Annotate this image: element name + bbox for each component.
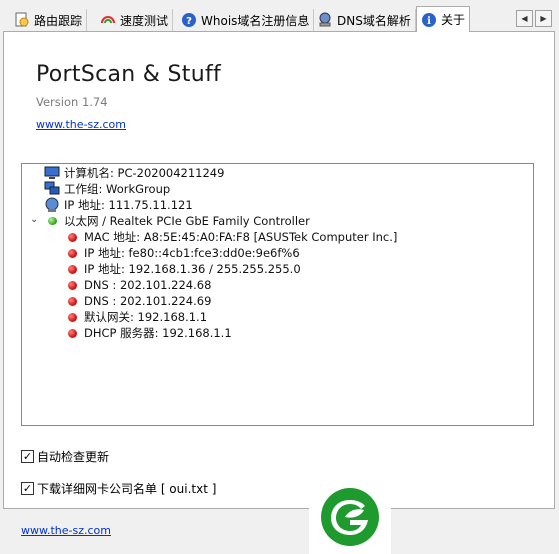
- svg-text:?: ?: [186, 16, 192, 27]
- green-leaf-logo-icon: [321, 488, 379, 546]
- auto-update-label: 自动检查更新: [37, 450, 110, 464]
- tree-node-ipv6[interactable]: IP 地址: fe80::4cb1:fce3:dd0e:9e6f%6: [68, 245, 300, 261]
- status-green-icon: [48, 217, 57, 225]
- tree-node-ip-address[interactable]: IP 地址: 111.75.11.121: [44, 197, 193, 213]
- network-globe-icon: [45, 197, 59, 212]
- tree-node-computer-name[interactable]: 计算机名: PC-202004211249: [44, 165, 224, 181]
- check-icon: ✓: [22, 450, 33, 463]
- tree-node-gateway[interactable]: 默认网关: 192.168.1.1: [68, 309, 207, 325]
- dns-server-icon: [319, 12, 331, 27]
- tab-dns[interactable]: DNS域名解析: [313, 9, 416, 31]
- tab-about[interactable]: i 关于: [416, 6, 471, 32]
- tree-node-dns-1[interactable]: DNS : 202.101.224.68: [68, 277, 211, 293]
- status-red-icon: [68, 232, 77, 242]
- info-icon: i: [422, 12, 436, 27]
- tab-label: 速度测试: [120, 13, 169, 28]
- chevron-right-icon: ▶: [540, 14, 547, 23]
- tree-node-mac[interactable]: MAC 地址: A8:5E:45:A0:FA:F8 [ASUSTek Compu…: [68, 229, 397, 245]
- watermark-logo: [309, 480, 391, 554]
- tab-label: DNS域名解析: [337, 13, 411, 28]
- app-title: PortScan & Stuff: [36, 62, 222, 87]
- tree-node-dns-2[interactable]: DNS : 202.101.224.69: [68, 293, 211, 309]
- chevron-left-icon: ◀: [521, 14, 528, 23]
- checkbox-box[interactable]: ✓: [21, 482, 34, 495]
- speed-gauge-icon: [101, 16, 115, 24]
- tree-node-workgroup[interactable]: 工作组: WorkGroup: [44, 181, 170, 197]
- computer-icon: [44, 166, 60, 179]
- download-oui-checkbox[interactable]: ✓ 下载详细网卡公司名单 [ oui.txt ]: [21, 480, 216, 497]
- status-red-icon: [68, 328, 77, 338]
- tree-node-dhcp[interactable]: DHCP 服务器: 192.168.1.1: [68, 325, 232, 341]
- tab-label: Whois域名注册信息: [201, 13, 310, 28]
- tab-label: 关于: [441, 13, 466, 27]
- tab-strip: 路由跟踪 速度测试 ? Whois域名注册信息 DNS域名解析 i 关于 ◀ ▶: [0, 0, 559, 32]
- svg-text:i: i: [427, 16, 431, 27]
- network-info-tree[interactable]: 计算机名: PC-202004211249 工作组: WorkGroup IP …: [21, 163, 534, 426]
- tab-whois[interactable]: ? Whois域名注册信息: [177, 9, 315, 31]
- about-panel: PortScan & Stuff Version 1.74 www.the-sz…: [3, 31, 555, 509]
- version-label: Version 1.74: [36, 95, 108, 109]
- tab-scroll-right-button[interactable]: ▶: [535, 10, 552, 27]
- website-link[interactable]: www.the-sz.com: [36, 118, 126, 131]
- footer-website-link[interactable]: www.the-sz.com: [21, 524, 111, 537]
- checkbox-box[interactable]: ✓: [21, 450, 34, 463]
- workgroup-icon: [44, 181, 60, 195]
- status-red-icon: [68, 312, 77, 322]
- help-icon: ?: [182, 13, 196, 27]
- tree-node-ipv4[interactable]: IP 地址: 192.168.1.36 / 255.255.255.0: [68, 261, 301, 277]
- status-red-icon: [68, 248, 77, 258]
- status-red-icon: [68, 296, 77, 306]
- check-icon: ✓: [22, 482, 33, 495]
- download-oui-label: 下载详细网卡公司名单 [ oui.txt ]: [37, 482, 217, 496]
- tab-speed-test[interactable]: 速度测试: [96, 9, 174, 31]
- status-red-icon: [68, 264, 77, 274]
- tree-node-adapter[interactable]: 以太网 / Realtek PCIe GbE Family Controller: [48, 213, 310, 229]
- status-red-icon: [68, 280, 77, 290]
- tab-route-trace[interactable]: 路由跟踪: [10, 9, 88, 31]
- collapse-chevron-icon[interactable]: ⌄: [30, 214, 38, 225]
- auto-update-checkbox[interactable]: ✓ 自动检查更新: [21, 448, 109, 465]
- tab-label: 路由跟踪: [34, 13, 83, 28]
- tab-scroll-left-button[interactable]: ◀: [516, 10, 533, 27]
- route-trace-icon: [15, 12, 29, 27]
